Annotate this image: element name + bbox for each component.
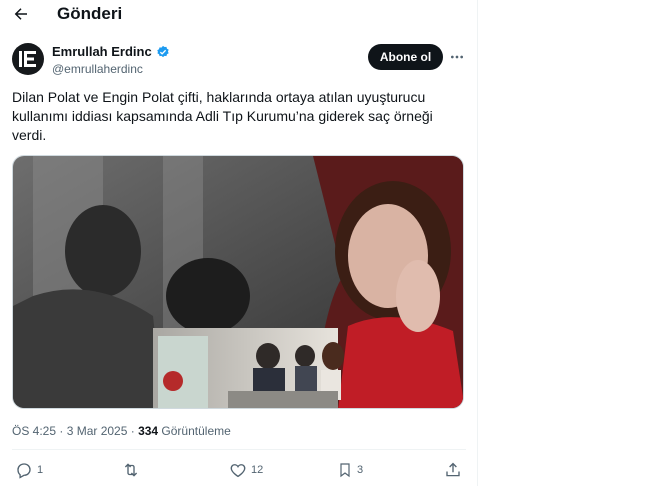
- heart-icon: [230, 464, 246, 478]
- main-column: Gönderi Emrullah Erdinc @emrullaherdinc …: [0, 0, 478, 486]
- tweet-photo[interactable]: [12, 155, 464, 409]
- bookmark-icon: [340, 463, 350, 478]
- more-options-button[interactable]: [447, 47, 467, 67]
- share-button[interactable]: [444, 460, 462, 480]
- arrow-left-icon: [14, 8, 27, 20]
- tweet-line: Dilan Polat ve Engin Polat çifti, haklar…: [12, 89, 426, 105]
- tweet-meta: ÖS 4:25 · 3 Mar 2025 · 334 Görüntüleme: [12, 424, 231, 438]
- reply-count: 1: [37, 464, 44, 476]
- author-name[interactable]: Emrullah Erdinc: [52, 44, 170, 59]
- bookmark-count: 3: [357, 464, 364, 476]
- share-icon: [446, 462, 460, 477]
- like-count: 12: [251, 464, 264, 476]
- tweet-line: kullanımı iddiası kapsamında Adli Tıp Ku…: [12, 108, 433, 124]
- timestamp[interactable]: ÖS 4:25 · 3 Mar 2025 ·: [12, 424, 138, 438]
- back-button[interactable]: [11, 4, 31, 24]
- divider: [12, 449, 466, 450]
- subscribe-button[interactable]: Abone ol: [368, 44, 443, 70]
- page-title: Gönderi: [57, 4, 123, 23]
- avatar[interactable]: [12, 43, 44, 75]
- logo-icon: [19, 51, 36, 67]
- more-dots-icon: [451, 55, 463, 59]
- author-name-text[interactable]: Emrullah Erdinc: [52, 44, 152, 59]
- photo-collage-image: [13, 156, 463, 408]
- verified-badge-icon: [156, 45, 169, 57]
- tweet-text: Dilan Polat ve Engin Polat çifti, haklar…: [12, 88, 462, 145]
- author-handle[interactable]: @emrullaherdinc: [52, 62, 143, 76]
- top-bar: Gönderi: [0, 0, 478, 30]
- repost-icon: [124, 463, 138, 477]
- bookmark-button[interactable]: 3: [337, 460, 363, 480]
- like-button[interactable]: 12: [229, 460, 263, 480]
- tweet-line: verdi.: [12, 127, 47, 143]
- reply-button[interactable]: 1: [15, 460, 43, 480]
- repost-button[interactable]: [121, 460, 145, 480]
- view-label: Görüntüleme: [158, 424, 231, 438]
- reply-icon: [17, 463, 31, 479]
- view-count: 334: [138, 424, 159, 438]
